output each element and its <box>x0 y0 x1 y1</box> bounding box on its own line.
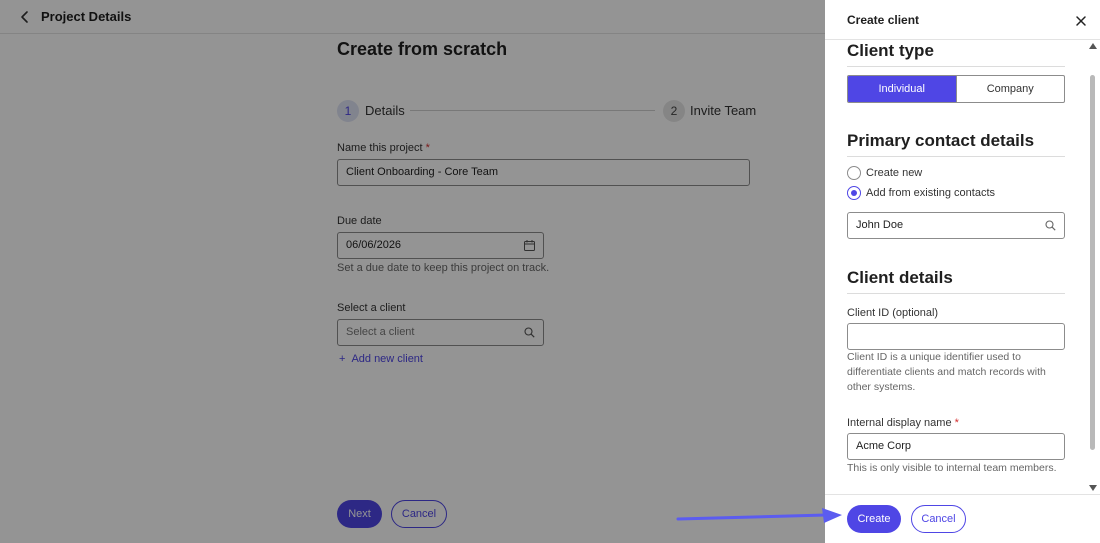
modal-overlay[interactable] <box>0 0 825 543</box>
drawer-body: Client type Individual Company Primary c… <box>825 40 1100 494</box>
search-icon <box>1045 220 1056 231</box>
divider <box>847 156 1065 157</box>
divider <box>847 293 1065 294</box>
scroll-down-arrow-icon[interactable] <box>1089 485 1097 491</box>
contact-search-input[interactable]: John Doe <box>847 212 1065 239</box>
radio-create-new-label: Create new <box>866 167 923 179</box>
display-name-label: Internal display name * <box>847 417 959 429</box>
drawer-footer: Create Cancel <box>825 494 1100 543</box>
drawer-header: Create client <box>825 0 1100 40</box>
scrollbar[interactable] <box>1088 40 1098 494</box>
close-icon <box>1076 16 1086 26</box>
contact-search-value: John Doe <box>856 219 904 231</box>
display-name-helper: This is only visible to internal team me… <box>847 462 1057 474</box>
scroll-up-arrow-icon[interactable] <box>1089 43 1097 49</box>
create-client-drawer: Create client Client type Individual Com… <box>825 0 1100 543</box>
client-details-heading: Client details <box>847 268 953 287</box>
project-details-page: Project Details Create from scratch 1 De… <box>0 0 825 543</box>
client-type-individual[interactable]: Individual <box>848 76 956 102</box>
scroll-thumb[interactable] <box>1090 75 1095 450</box>
client-type-company[interactable]: Company <box>955 76 1065 102</box>
display-name-label-text: Internal display name <box>847 417 952 429</box>
client-type-heading: Client type <box>847 41 934 60</box>
divider <box>847 66 1065 67</box>
annotation-arrow-icon <box>676 508 842 523</box>
radio-add-existing-label: Add from existing contacts <box>866 187 996 199</box>
client-id-input[interactable] <box>847 323 1065 350</box>
drawer-cancel-button[interactable]: Cancel <box>911 505 966 533</box>
create-button[interactable]: Create <box>847 505 901 533</box>
client-id-helper: Client ID is a unique identifier used to… <box>847 351 1046 393</box>
radio-button[interactable] <box>847 166 861 180</box>
radio-button-checked[interactable] <box>847 186 861 200</box>
drawer-title: Create client <box>847 13 920 27</box>
client-type-toggle: Individual Company <box>847 75 1065 103</box>
required-mark: * <box>954 417 959 429</box>
close-button[interactable] <box>1075 14 1087 26</box>
primary-contact-heading: Primary contact details <box>847 131 1035 150</box>
client-id-label: Client ID (optional) <box>847 307 939 319</box>
display-name-input[interactable]: Acme Corp <box>847 433 1065 460</box>
